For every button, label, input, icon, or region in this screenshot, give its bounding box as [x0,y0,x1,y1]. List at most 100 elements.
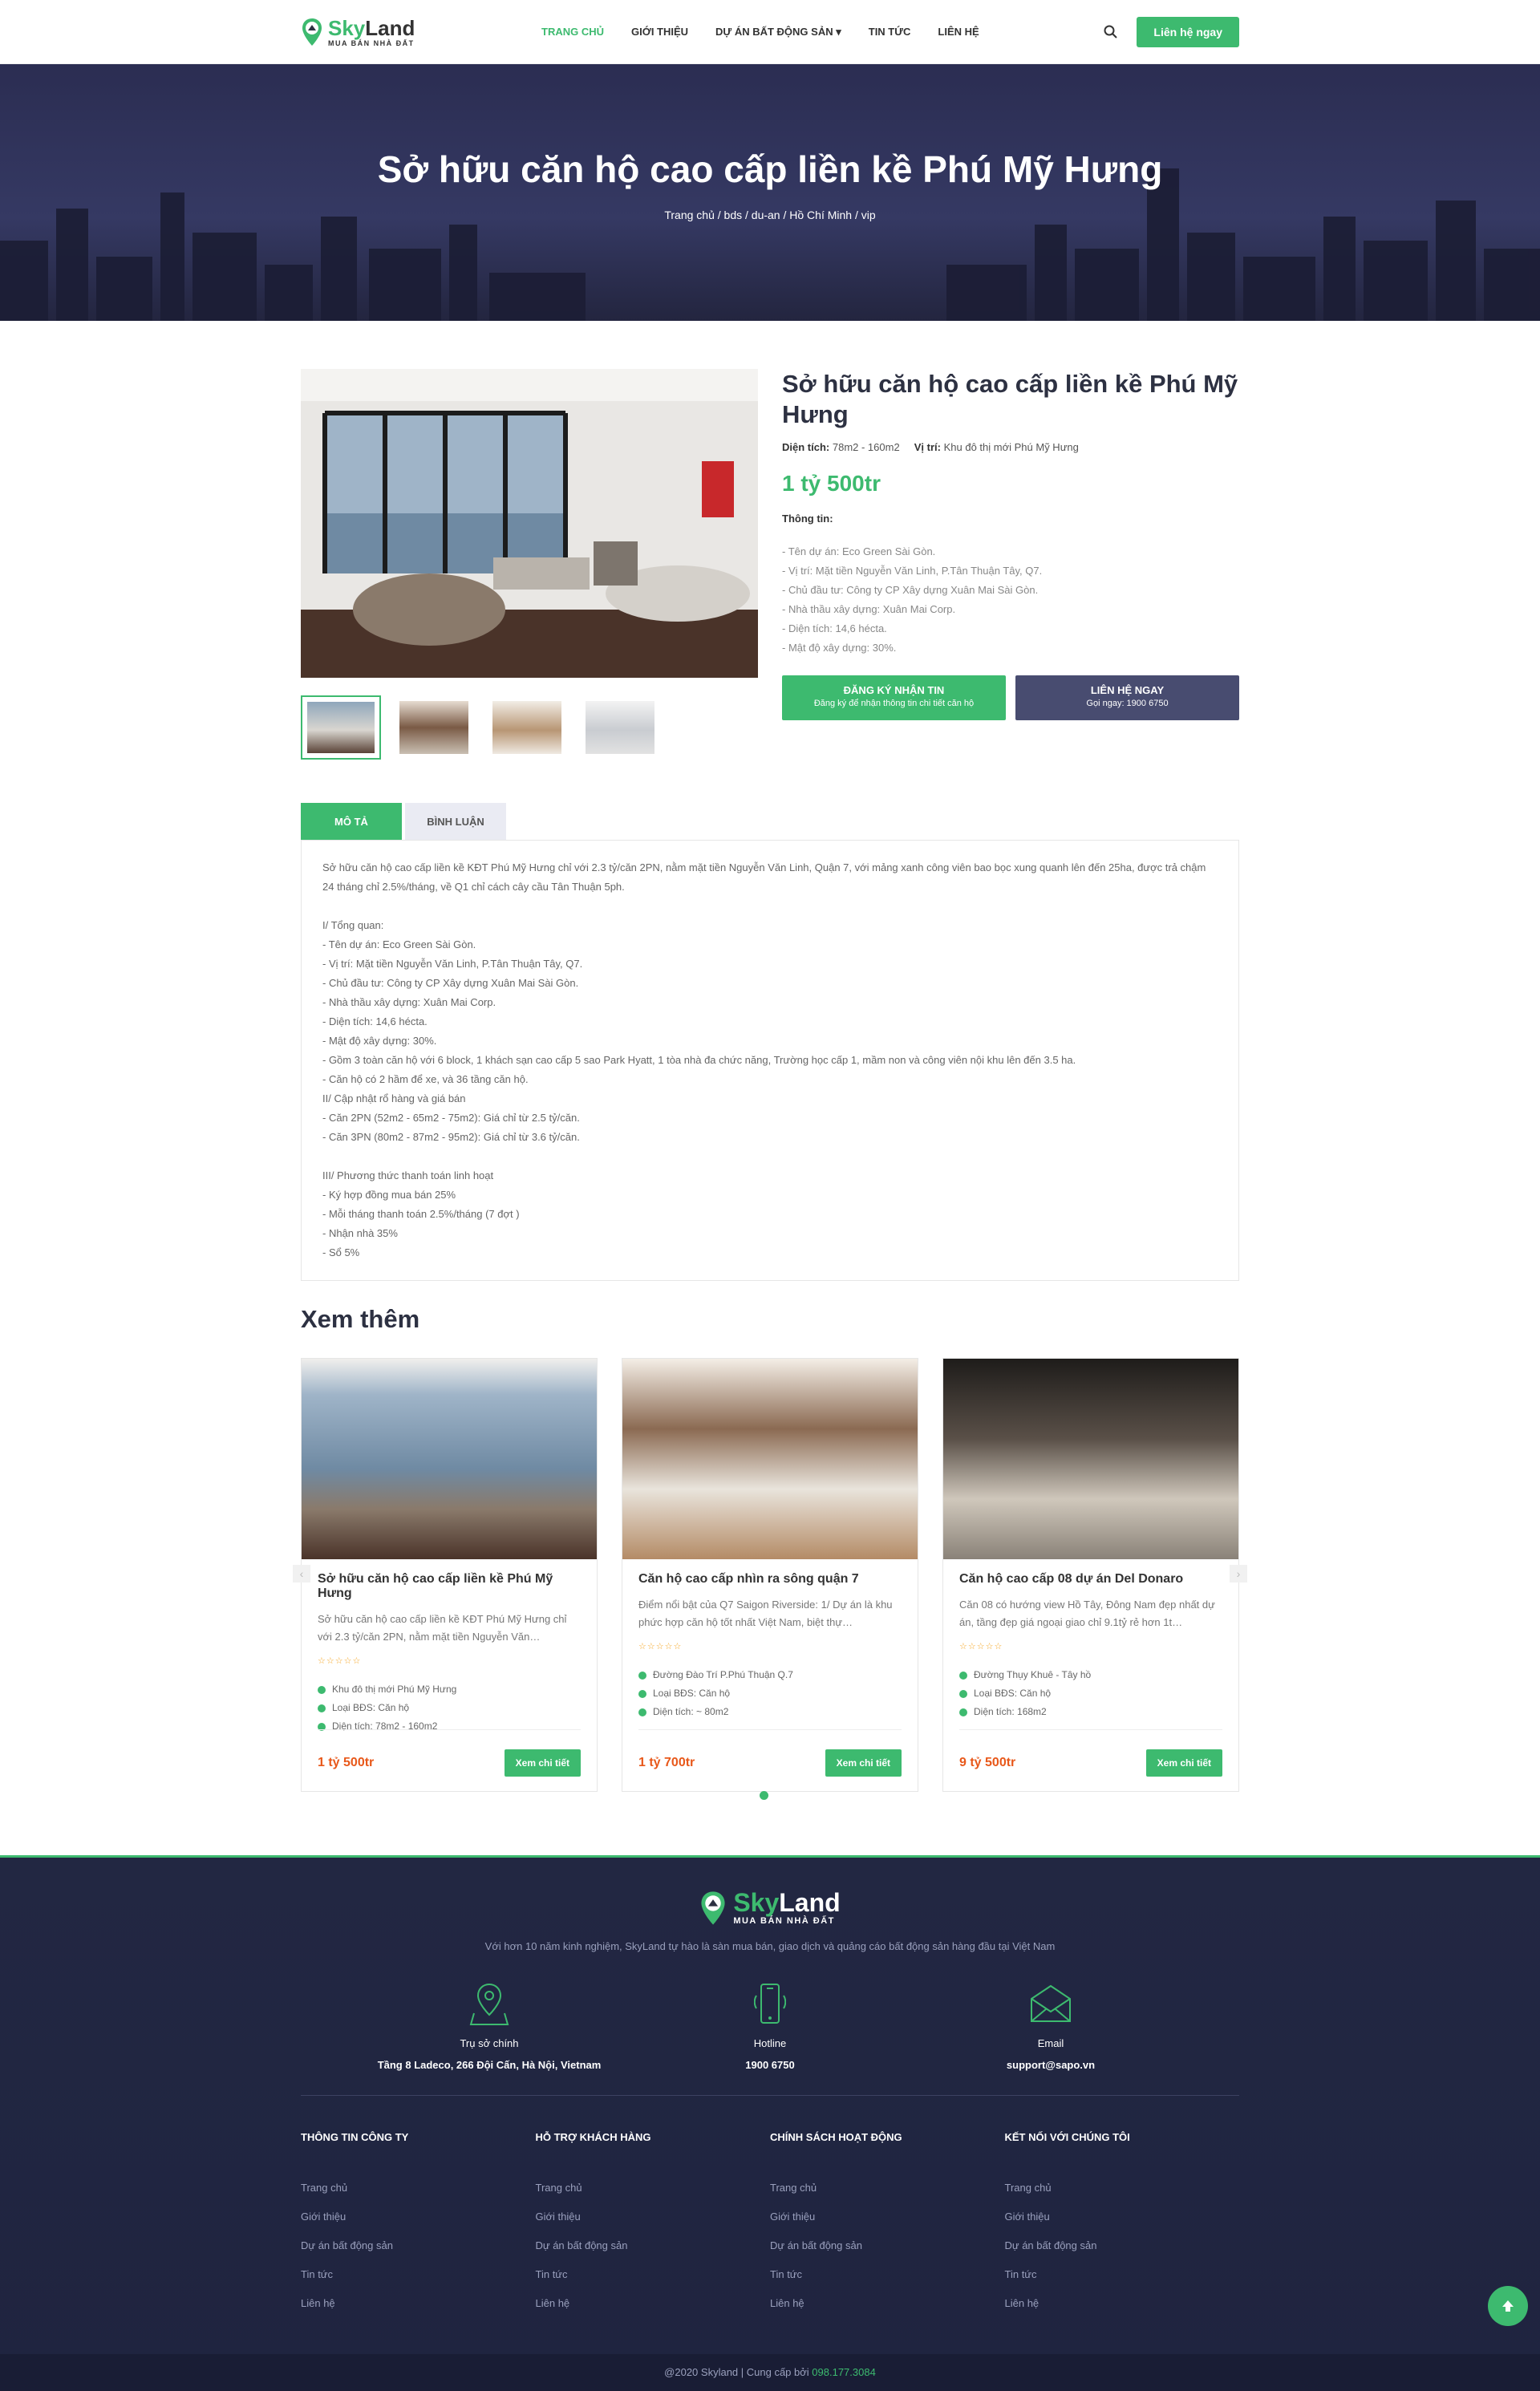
site-footer: SkyLand MUA BÁN NHÀ ĐẤT Với hơn 10 năm k… [0,1855,1540,2391]
description-line: - Nhà thầu xây dựng: Xuân Mai Corp. [322,996,496,1008]
description-line: - Vị trí: Mặt tiền Nguyễn Văn Linh, P.Tâ… [322,958,583,970]
footer-divider [301,2095,1239,2096]
card-summary: Sở hữu căn hộ cao cấp liền kề KĐT Phú Mỹ… [318,1613,567,1643]
info-heading: Thông tin: [782,513,833,525]
carousel-dot[interactable] [760,1791,768,1800]
logo[interactable]: SkyLand MUA BÁN NHÀ ĐẤT [301,18,541,47]
main-nav: Trang chủ Giới thiệu Dự án bất động sản … [541,26,1103,38]
carousel-prev-icon[interactable]: ‹ [293,1565,310,1583]
thumbnail-4[interactable] [580,695,660,760]
nav-projects[interactable]: Dự án bất động sản ▾ [715,26,841,38]
footer-link[interactable]: Dự án bất động sản [1005,2231,1240,2260]
phone-icon [754,1984,786,2024]
card-area: Diện tích: ~ 80m2 [638,1703,902,1721]
thumbnail-strip [301,695,758,760]
back-to-top-button[interactable] [1488,2286,1528,2326]
product-section: Sở hữu căn hộ cao cấp liền kề Phú Mỹ Hưn… [301,321,1239,760]
footer-link[interactable]: Dự án bất động sản [536,2231,771,2260]
nav-home[interactable]: Trang chủ [541,26,604,38]
footer-link[interactable]: Giới thiệu [301,2203,536,2231]
footer-link[interactable]: Giới thiệu [770,2203,1005,2231]
card-price: 1 tỷ 500tr [318,1756,375,1769]
property-card[interactable]: Căn hộ cao cấp 08 dự án Del Donaro Căn 0… [942,1358,1239,1792]
footer-link[interactable]: Giới thiệu [1005,2203,1240,2231]
thumbnail-1[interactable] [301,695,381,760]
contact-email: Email support@sapo.vn [930,1981,1171,2071]
product-title: Sở hữu căn hộ cao cấp liền kề Phú Mỹ Hưn… [782,370,1238,428]
footer-link[interactable]: Trang chủ [770,2174,1005,2203]
footer-link[interactable]: Tin tức [536,2260,771,2289]
card-location: Khu đô thị mới Phú Mỹ Hưng [318,1680,581,1699]
nav-about[interactable]: Giới thiệu [631,26,688,38]
thumbnail-3[interactable] [487,695,567,760]
breadcrumb: Trang chủ / bds / du-an / Hồ Chí Minh / … [664,209,876,221]
contact-now-button[interactable]: Liên hệ ngay [1137,17,1239,47]
card-title[interactable]: Sở hữu căn hộ cao cấp liền kề Phú Mỹ Hưn… [318,1572,581,1601]
card-price: 9 tỷ 500tr [959,1756,1016,1769]
property-card[interactable]: Căn hộ cao cấp nhìn ra sông quận 7 Điểm … [622,1358,918,1792]
description-panel: Sở hữu căn hộ cao cấp liền kề KĐT Phú Mỹ… [301,840,1239,1281]
search-icon[interactable] [1103,24,1119,40]
footer-link[interactable]: Trang chủ [301,2174,536,2203]
description-line: - Chủ đầu tư: Công ty CP Xây dựng Xuân M… [322,977,579,989]
footer-link[interactable]: Tin tức [1005,2260,1240,2289]
card-area: Diện tích: 168m2 [959,1703,1222,1721]
footer-link[interactable]: Dự án bất động sản [770,2231,1005,2260]
info-list: - Tên dự án: Eco Green Sài Gòn. - Vị trí… [782,542,1239,658]
tab-description[interactable]: MÔ TẢ [301,803,402,840]
footer-link[interactable]: Trang chủ [1005,2174,1240,2203]
card-image [943,1359,1238,1559]
footer-link[interactable]: Liên hệ [536,2289,771,2318]
carousel-next-icon[interactable]: › [1230,1565,1247,1583]
description-line: - Ký hợp đồng mua bán 25% [322,1189,456,1201]
product-info: Sở hữu căn hộ cao cấp liền kề Phú Mỹ Hưn… [782,369,1239,760]
view-detail-button[interactable]: Xem chi tiết [825,1749,902,1777]
view-detail-button[interactable]: Xem chi tiết [1145,1749,1222,1777]
card-type: Loại BĐS: Căn hộ [638,1684,902,1703]
description-line: - Mật độ xây dựng: 30%. [322,1035,437,1047]
footer-link[interactable]: Liên hệ [1005,2289,1240,2318]
card-location: Đường Thụy Khuê - Tây hồ [959,1666,1222,1684]
footer-link[interactable]: Tin tức [770,2260,1005,2289]
email-icon [1031,1984,1071,2022]
nav-news[interactable]: Tin tức [869,26,911,38]
card-summary: Điểm nổi bật của Q7 Saigon Riverside: 1/… [638,1599,893,1628]
description-line: - Gồm 3 toàn căn hộ với 6 block, 1 khách… [322,1054,1076,1066]
call-now-button[interactable]: LIÊN HỆ NGAY Gọi ngay: 1900 6750 [1015,675,1239,720]
info-item: - Tên dự án: Eco Green Sài Gòn. [782,545,936,557]
living-room-image [301,369,758,678]
city-skyline-image [0,168,1540,321]
footer-logo[interactable]: SkyLand MUA BÁN NHÀ ĐẤT [0,1890,1540,1926]
logo-tagline: MUA BÁN NHÀ ĐẤT [328,38,415,47]
footer-link[interactable]: Tin tức [301,2260,536,2289]
footer-link[interactable]: Dự án bất động sản [301,2231,536,2260]
nav-contact[interactable]: Liên hệ [938,26,979,38]
info-item: - Chủ đầu tư: Công ty CP Xây dựng Xuân M… [782,584,1039,596]
copyright-phone[interactable]: 098.177.3084 [812,2366,876,2378]
footer-columns: THÔNG TIN CÔNG TY Trang chủ Giới thiệu D… [301,2131,1239,2318]
description-line: II/ Cập nhật rổ hàng và giá bán [322,1092,466,1104]
view-detail-button[interactable]: Xem chi tiết [504,1749,581,1777]
product-main-image[interactable] [301,369,758,678]
card-title[interactable]: Căn hộ cao cấp 08 dự án Del Donaro [959,1572,1222,1587]
footer-link[interactable]: Giới thiệu [536,2203,771,2231]
card-title[interactable]: Căn hộ cao cấp nhìn ra sông quận 7 [638,1572,902,1587]
footer-link[interactable]: Liên hệ [301,2289,536,2318]
info-item: - Diện tích: 14,6 hécta. [782,622,887,634]
map-pin-icon [469,1983,509,2025]
footer-link[interactable]: Trang chủ [536,2174,771,2203]
footer-link[interactable]: Liên hệ [770,2289,1005,2318]
description-line: - Sổ 5% [322,1246,360,1258]
tab-comments[interactable]: BÌNH LUẬN [405,803,506,840]
property-card[interactable]: Sở hữu căn hộ cao cấp liền kề Phú Mỹ Hưn… [301,1358,598,1792]
arrow-up-icon [1502,2300,1514,2312]
footer-col-policy: CHÍNH SÁCH HOẠT ĐỘNG Trang chủ Giới thiệ… [770,2131,1005,2318]
card-type: Loại BĐS: Căn hộ [318,1699,581,1717]
product-tabs: MÔ TẢ BÌNH LUẬN [301,803,1239,840]
description-line: - Diện tích: 14,6 hécta. [322,1015,428,1027]
thumbnail-2[interactable] [394,695,474,760]
location-value: Khu đô thị mới Phú Mỹ Hưng [943,441,1079,453]
register-button[interactable]: ĐĂNG KÝ NHẬN TIN Đăng ký để nhận thông ti… [782,675,1006,720]
page-banner: Sở hữu căn hộ cao cấp liền kề Phú Mỹ Hưn… [0,64,1540,321]
footer-col-company: THÔNG TIN CÔNG TY Trang chủ Giới thiệu D… [301,2131,536,2318]
